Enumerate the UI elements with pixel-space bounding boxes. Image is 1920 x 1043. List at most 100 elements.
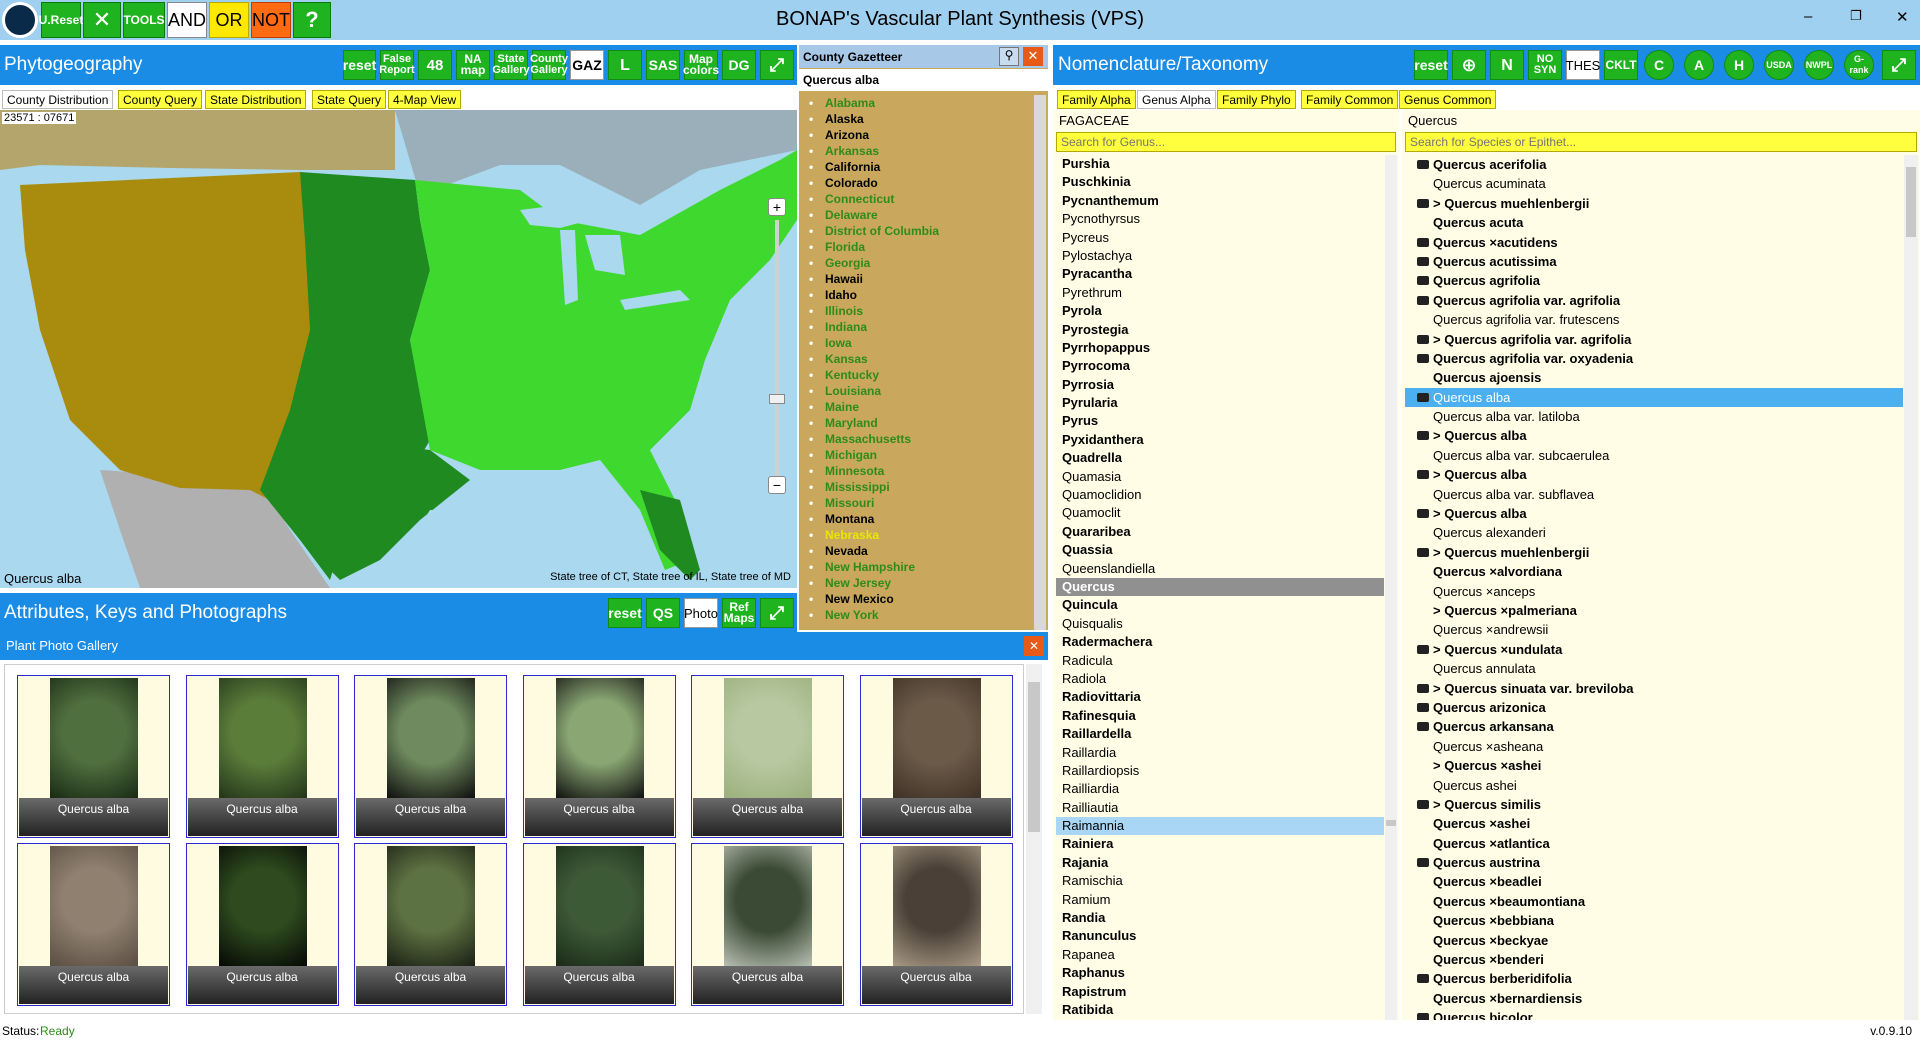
photo-card[interactable]: Quercus alba xyxy=(17,843,170,1006)
genus-list-item[interactable]: Pyrethrum xyxy=(1056,284,1384,302)
attr-reset-button[interactable]: reset xyxy=(608,598,642,628)
species-list-item[interactable]: > Quercus ×palmeriana xyxy=(1405,601,1903,620)
species-list-item[interactable]: > Quercus agrifolia var. agrifolia xyxy=(1405,330,1903,349)
tab-county-query[interactable]: County Query xyxy=(118,90,203,109)
window-close-button[interactable]: ✕ xyxy=(1896,8,1909,26)
species-list-item[interactable]: Quercus ×atlantica xyxy=(1405,834,1903,853)
restore-button[interactable]: ❐ xyxy=(1850,8,1862,24)
species-list-item[interactable]: Quercus ×andrewsii xyxy=(1405,620,1903,639)
species-list-item[interactable]: > Quercus ×ashei xyxy=(1405,756,1903,775)
cklt-button[interactable]: CKLT xyxy=(1604,50,1638,80)
species-list-item[interactable]: Quercus ajoensis xyxy=(1405,368,1903,387)
gazetteer-state-item[interactable]: Illinois xyxy=(799,303,1033,319)
genus-list-item[interactable]: Queenslandiella xyxy=(1056,560,1384,578)
tab-county-distribution[interactable]: County Distribution xyxy=(2,90,114,109)
pin-icon[interactable]: ⚲ xyxy=(999,47,1019,66)
species-scroll-thumb[interactable] xyxy=(1906,167,1916,237)
genus-list-item[interactable]: Puschkinia xyxy=(1056,173,1384,191)
genus-list-item[interactable]: Pyrularia xyxy=(1056,394,1384,412)
species-search-input[interactable] xyxy=(1405,132,1917,152)
gazetteer-scrollbar[interactable] xyxy=(1034,95,1046,630)
genus-scrollbar[interactable] xyxy=(1385,155,1397,1020)
species-list-item[interactable]: > Quercus sinuata var. breviloba xyxy=(1405,679,1903,698)
species-list-item[interactable]: Quercus austrina xyxy=(1405,853,1903,872)
genus-list-item[interactable]: Pyrrosia xyxy=(1056,376,1384,394)
photo-card[interactable]: Quercus alba xyxy=(354,843,507,1006)
genus-list-item[interactable]: Ranunculus xyxy=(1056,927,1384,945)
gazetteer-state-item[interactable]: Colorado xyxy=(799,175,1033,191)
genus-list-item[interactable]: Pycreus xyxy=(1056,229,1384,247)
photo-card[interactable]: Quercus alba xyxy=(17,675,170,838)
species-list-item[interactable]: Quercus agrifolia var. oxyadenia xyxy=(1405,349,1903,368)
c-button[interactable]: C xyxy=(1644,50,1674,80)
gazetteer-state-item[interactable]: Arkansas xyxy=(799,143,1033,159)
genus-list-item[interactable]: Ramium xyxy=(1056,891,1384,909)
nomen-expand-icon[interactable]: ⤢ xyxy=(1882,50,1916,80)
species-list-item[interactable]: > Quercus alba xyxy=(1405,426,1903,445)
genus-list-item[interactable]: Radermachera xyxy=(1056,633,1384,651)
minimize-button[interactable]: – xyxy=(1804,8,1812,25)
photo-card[interactable]: Quercus alba xyxy=(691,675,844,838)
tab-state-query[interactable]: State Query xyxy=(312,90,387,109)
species-list-item[interactable]: > Quercus ×undulata xyxy=(1405,640,1903,659)
genus-list-item[interactable]: Quadrella xyxy=(1056,449,1384,467)
genus-list-item[interactable]: Railliardia xyxy=(1056,780,1384,798)
species-list-item[interactable]: Quercus alba var. subcaerulea xyxy=(1405,446,1903,465)
zoom-slider-thumb[interactable] xyxy=(769,394,785,404)
photo-button[interactable]: Photo xyxy=(684,598,718,628)
dg-button[interactable]: DG xyxy=(722,50,756,80)
genus-list-item[interactable]: Pyxidanthera xyxy=(1056,431,1384,449)
gallery-scrollbar[interactable] xyxy=(1026,664,1042,1014)
tab-family-alpha[interactable]: Family Alpha xyxy=(1057,90,1136,109)
l-button[interactable]: L xyxy=(608,50,642,80)
genus-list-item[interactable]: Quararibea xyxy=(1056,523,1384,541)
gazetteer-state-item[interactable]: New York xyxy=(799,607,1033,623)
species-list-item[interactable]: Quercus ×beckyae xyxy=(1405,931,1903,950)
genus-list-item[interactable]: Rapanea xyxy=(1056,946,1384,964)
photo-card[interactable]: Quercus alba xyxy=(859,675,1013,838)
g-rank-button[interactable]: G-rank xyxy=(1844,50,1874,80)
genus-list-item[interactable]: Radiovittaria xyxy=(1056,688,1384,706)
tab-genus-common[interactable]: Genus Common xyxy=(1399,90,1497,109)
zoom-slider[interactable] xyxy=(775,220,779,480)
species-list-item[interactable]: Quercus ×beaumontiana xyxy=(1405,892,1903,911)
gazetteer-state-item[interactable]: Arizona xyxy=(799,127,1033,143)
gallery-close-icon[interactable]: ✕ xyxy=(1024,636,1044,656)
gazetteer-close-icon[interactable]: ✕ xyxy=(1023,47,1043,66)
gazetteer-state-item[interactable]: Louisiana xyxy=(799,383,1033,399)
genus-list-item[interactable]: Purshia xyxy=(1056,155,1384,173)
species-list-item[interactable]: Quercus bicolor xyxy=(1405,1008,1903,1020)
gazetteer-state-item[interactable]: Maine xyxy=(799,399,1033,415)
gazetteer-state-item[interactable]: Maryland xyxy=(799,415,1033,431)
gazetteer-state-item[interactable]: California xyxy=(799,159,1033,175)
species-list-item[interactable]: Quercus ×benderi xyxy=(1405,950,1903,969)
phyto-reset-button[interactable]: reset xyxy=(343,50,376,80)
photo-card[interactable]: Quercus alba xyxy=(185,675,339,838)
genus-list-item[interactable]: Rainiera xyxy=(1056,835,1384,853)
tab-family-phylo[interactable]: Family Phylo xyxy=(1217,90,1296,109)
state-gallery-button[interactable]: State Gallery xyxy=(492,50,530,80)
gazetteer-state-item[interactable]: Delaware xyxy=(799,207,1033,223)
species-list-item[interactable]: Quercus ×bernardiensis xyxy=(1405,989,1903,1008)
species-list-item[interactable]: Quercus agrifolia var. frutescens xyxy=(1405,310,1903,329)
species-list-item[interactable]: Quercus ×acutidens xyxy=(1405,233,1903,252)
species-list-item[interactable]: Quercus ashei xyxy=(1405,776,1903,795)
gazetteer-state-item[interactable]: Alabama xyxy=(799,95,1033,111)
genus-list-item[interactable]: Pyrrhopappus xyxy=(1056,339,1384,357)
species-list-item[interactable]: Quercus alba xyxy=(1405,387,1903,408)
genus-list-item[interactable]: Quamoclit xyxy=(1056,504,1384,522)
genus-list-item[interactable]: Quincula xyxy=(1056,596,1384,614)
species-list-item[interactable]: > Quercus alba xyxy=(1405,504,1903,523)
genus-list-item[interactable]: Railliautia xyxy=(1056,799,1384,817)
gazetteer-state-item[interactable]: Connecticut xyxy=(799,191,1033,207)
species-list-item[interactable]: Quercus agrifolia var. agrifolia xyxy=(1405,291,1903,310)
gazetteer-state-item[interactable]: Kentucky xyxy=(799,367,1033,383)
ref-maps-button[interactable]: Ref Maps xyxy=(722,598,756,628)
species-list-item[interactable]: Quercus acuminata xyxy=(1405,174,1903,193)
tab-family-common[interactable]: Family Common xyxy=(1301,90,1399,109)
species-list-item[interactable]: Quercus arizonica xyxy=(1405,698,1903,717)
gazetteer-state-item[interactable]: Mississippi xyxy=(799,479,1033,495)
species-list-item[interactable]: Quercus agrifolia xyxy=(1405,271,1903,290)
genus-list-item[interactable]: Pyrus xyxy=(1056,412,1384,430)
no-syn-button[interactable]: NO SYN xyxy=(1528,50,1562,80)
